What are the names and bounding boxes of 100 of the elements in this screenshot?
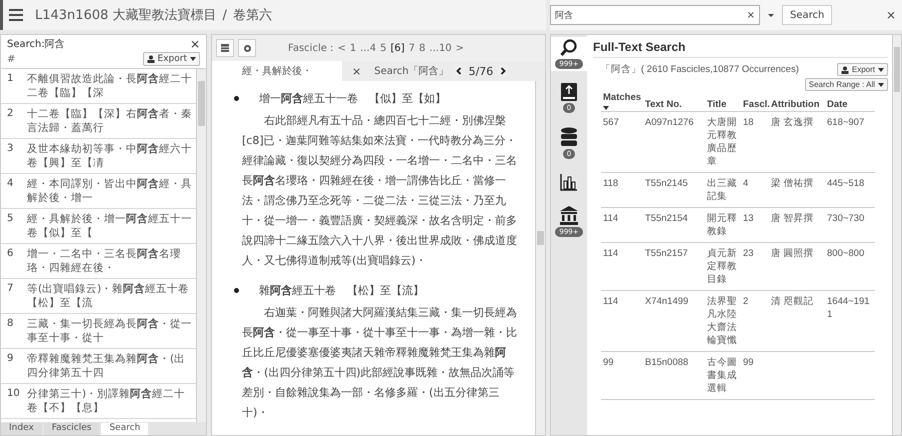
match-count: 5/76 [468, 64, 494, 78]
scrollbar[interactable] [892, 35, 901, 435]
table-cell: A097n1276 [645, 117, 694, 128]
result-item[interactable]: 帝釋雜魔雜梵王集為雜阿含・(出四分律第五十四 [27, 352, 192, 380]
panel-title: Search:阿含 [7, 38, 65, 51]
column-header[interactable]: Matches [603, 92, 642, 110]
table-cell: 445~518 [827, 178, 864, 189]
list-button[interactable] [216, 39, 234, 57]
page-link[interactable]: 8 [419, 42, 426, 54]
column-header: # [7, 54, 16, 64]
column-header[interactable]: Date [827, 99, 848, 110]
database-icon[interactable] [560, 127, 578, 147]
paragraph: 右此部經凡有五十品・總四百七十二經・別佛涅槃[c8]已・迦葉阿難等結集如來法寶・一代時教分為三分・經律論藏・復以契經分為四段・一名增一・二名中・三名長阿含名瓔珞・四雜經在後・增一謂佛告比丘・當修一法・謂念佛乃至念死等・二從二法・三從三法・乃至九十・從一增一・義豐語廣・契經義深・故名含明定・前多說四諦十二緣五陰六入十八界・後出世界成敗・佛成道度人・又七佛得道制戒等(出寶唱錄云)・ [241, 113, 518, 269]
table-cell: 114 [603, 213, 618, 224]
table-cell: 567 [603, 117, 619, 128]
table-cell: 23 [743, 248, 754, 259]
close-button[interactable]: × [886, 8, 896, 22]
previous-icon[interactable] [454, 65, 464, 77]
result-item[interactable]: 分律第三十)・別譯雜阿含經二十卷【不】【息】 [27, 387, 192, 415]
column-header[interactable]: Text No. [645, 99, 682, 110]
close-button[interactable]: × [190, 38, 200, 51]
search-icon[interactable] [560, 39, 578, 57]
result-number: 4 [7, 177, 14, 191]
page-link[interactable]: 5 [380, 42, 386, 54]
scrollbar[interactable] [535, 81, 545, 435]
table-cell: T55n2157 [645, 248, 688, 259]
panel-title: Full-Text Search [593, 35, 888, 58]
table-cell: T55n2154 [645, 213, 688, 224]
fascicle-label: Fascicle : [288, 42, 334, 54]
result-item[interactable]: 經・具解於後・增一阿含經五十一卷【似】至【 [27, 212, 192, 240]
page-link[interactable]: ...10 [429, 42, 452, 54]
result-number: 9 [7, 352, 14, 366]
table-cell: 730~730 [827, 213, 864, 224]
find-label: Search「阿含」 [374, 64, 449, 78]
paragraph: 右迦葉・阿難與諸大阿羅漢結集三藏・集一切長經為長阿含・從一事至十事・從十事至十一事・為增一雜・比丘比丘尼優婆塞優婆夷諸天雜帝釋雜魔雜梵王集為雜阿含・(出四分律第五十四)此部經說事既雜・故無品次誦等差別・自餘雜說集為一部・名修多羅・(出五分律第三十)・ [241, 305, 518, 421]
page-link[interactable]: [6] [390, 42, 405, 54]
search-field[interactable]: 阿含 × [550, 5, 760, 25]
table-cell: 清 咫觀記 [771, 296, 814, 307]
table-cell: B15n0088 [645, 357, 688, 368]
bullet-icon [234, 288, 239, 292]
scrollbar[interactable] [196, 69, 206, 422]
page-link[interactable]: 1 [350, 42, 356, 54]
caret-icon [878, 82, 884, 86]
result-item[interactable]: 不離俱習故造此論・長阿含經二十二卷【臨】【深 [27, 72, 192, 100]
panel-tab[interactable]: Search [101, 423, 148, 435]
next-icon[interactable] [498, 65, 508, 77]
result-item[interactable]: 三藏・集一切長經為長阿含・從一事至十事・從十 [27, 317, 192, 345]
result-summary: 「阿含」( 2610 Fascicles,10877 Occurrences) [601, 63, 799, 76]
result-item[interactable]: 等(出寶唱錄云)・雜阿含經五十卷【松】至【流 [27, 282, 192, 310]
export-button[interactable]: Export [836, 63, 888, 76]
table-cell: 1644~1911 [827, 296, 870, 320]
table-cell: 114 [603, 296, 618, 307]
page-link[interactable]: ...4 [360, 42, 376, 54]
library-icon[interactable] [559, 205, 579, 225]
person-icon [840, 66, 849, 74]
page-link[interactable]: 7 [408, 42, 416, 54]
result-item[interactable]: 及世本緣劫初等事・中阿含經六十卷【興】至【凊 [27, 142, 192, 170]
table-cell: 114 [603, 248, 618, 259]
section-heading: 雜阿含經五十卷 【松】至【流】 [259, 282, 424, 298]
search-button[interactable]: Search [782, 5, 832, 25]
column-header[interactable]: Fascl. [743, 99, 770, 110]
bar-chart-icon[interactable] [560, 173, 578, 191]
result-number: 5 [7, 212, 14, 226]
table-cell: 18 [743, 117, 754, 128]
caret-icon [190, 57, 196, 61]
settings-button[interactable] [238, 39, 256, 57]
column-header[interactable]: Title [707, 99, 726, 110]
close-button[interactable]: × [352, 64, 362, 78]
search-range-dropdown[interactable]: Search Range : All [804, 78, 888, 91]
result-number: 10 [7, 387, 19, 401]
table-cell: 開元釋教錄 [707, 213, 737, 237]
table-cell: T55n2145 [645, 178, 688, 189]
table-cell: 唐 圓照撰 [771, 248, 814, 259]
table-cell: 13 [743, 213, 754, 224]
result-number: 8 [7, 317, 14, 331]
table-cell: 梁 僧祐撰 [771, 178, 814, 189]
panel-tab[interactable]: Fascicles [44, 423, 100, 435]
export-button[interactable]: Export [142, 52, 200, 66]
person-icon [146, 55, 155, 63]
section-heading: 增一阿含經五十一卷 【似】至【如】 [259, 90, 446, 106]
table-cell: 99 [743, 357, 754, 368]
column-header[interactable]: Attribution [771, 99, 820, 110]
table-cell: 800~800 [827, 248, 864, 259]
breadcrumb: 卷第六 [232, 7, 272, 24]
result-item[interactable]: 十二卷【臨】【深】右阿含者・秦言法歸・蓋萬行 [27, 107, 192, 135]
result-number: 2 [7, 107, 14, 121]
result-number: 7 [7, 282, 14, 296]
result-number: 1 [7, 72, 14, 86]
menu-icon[interactable] [9, 9, 23, 21]
panel-tab[interactable]: Index [1, 423, 42, 435]
text-line: 經・具解於後・ [241, 64, 313, 78]
table-cell: 2 [743, 296, 748, 307]
bullet-icon [234, 96, 239, 100]
table-cell: X74n1499 [645, 296, 688, 307]
page-link[interactable]: > [456, 42, 464, 54]
result-item[interactable]: 經・本同譯別・皆出中阿含經・具解於後・增一 [27, 177, 192, 205]
page-link[interactable]: < [337, 42, 346, 54]
sort-icon[interactable] [603, 106, 609, 110]
result-number: 3 [7, 142, 14, 156]
result-item[interactable]: 增一・二名中・三名長阿含名瓔珞・四雜經在後・ [27, 247, 192, 275]
